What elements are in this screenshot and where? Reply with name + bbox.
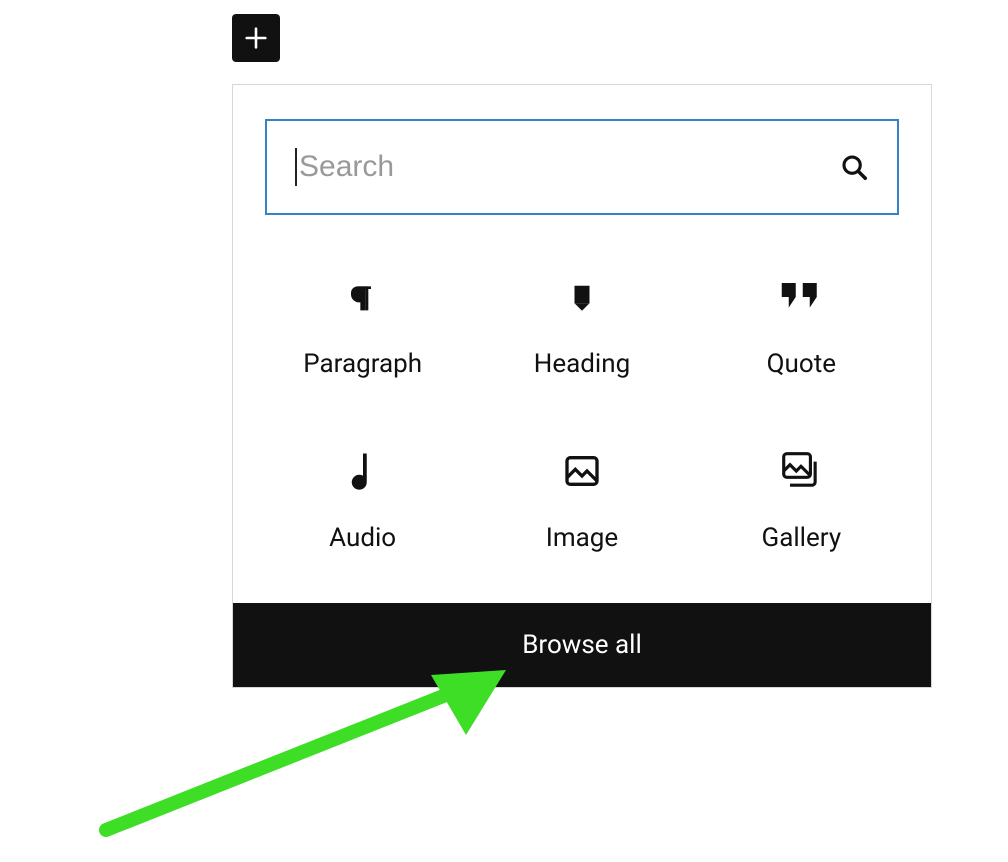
gallery-icon	[779, 449, 823, 493]
search-submit[interactable]	[839, 152, 869, 182]
block-label: Audio	[329, 523, 396, 553]
block-item-audio[interactable]: Audio	[253, 439, 472, 563]
block-item-image[interactable]: Image	[472, 439, 691, 563]
block-item-paragraph[interactable]: Paragraph	[253, 265, 472, 389]
add-block-button[interactable]	[232, 14, 280, 62]
search-container	[233, 85, 931, 235]
block-label: Paragraph	[303, 349, 422, 379]
search-icon	[839, 152, 869, 182]
paragraph-icon	[347, 275, 379, 319]
audio-icon	[348, 449, 378, 493]
block-item-heading[interactable]: Heading	[472, 265, 691, 389]
search-input[interactable]	[299, 150, 839, 184]
quote-icon	[780, 275, 822, 319]
blocks-grid: Paragraph Heading	[233, 235, 931, 603]
block-inserter-panel: Paragraph Heading	[232, 84, 932, 688]
block-label: Heading	[534, 349, 630, 379]
heading-icon	[567, 275, 597, 319]
browse-all-label: Browse all	[522, 630, 642, 660]
text-cursor	[295, 148, 297, 186]
block-label: Gallery	[762, 523, 842, 553]
plus-icon	[242, 24, 270, 52]
search-box[interactable]	[265, 119, 899, 215]
block-label: Image	[546, 523, 618, 553]
browse-all-button[interactable]: Browse all	[233, 603, 931, 687]
block-label: Quote	[767, 349, 836, 379]
block-item-quote[interactable]: Quote	[692, 265, 911, 389]
block-item-gallery[interactable]: Gallery	[692, 439, 911, 563]
image-icon	[562, 449, 602, 493]
